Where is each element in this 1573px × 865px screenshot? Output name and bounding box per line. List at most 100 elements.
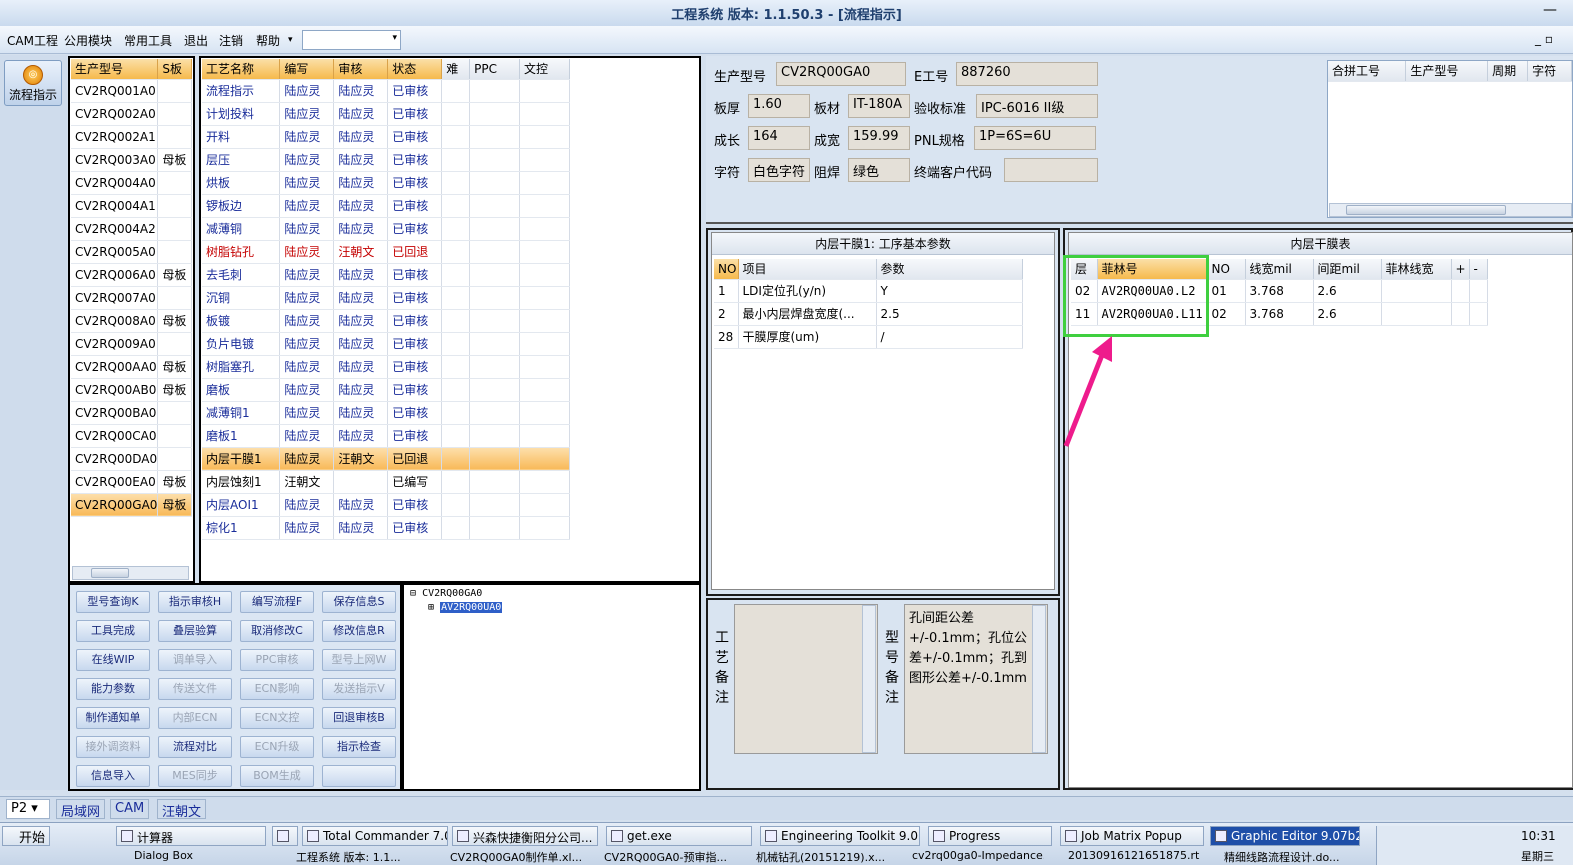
taskbar-item[interactable]: CV2RQ00GA0-预审指...	[586, 849, 734, 865]
taskbar-item[interactable]: 工程系统 版本: 1.1...	[278, 849, 428, 865]
tree-child[interactable]: ⊞ AV2RQ00UA0	[428, 602, 503, 613]
table-row[interactable]: 层压 陆应灵 陆应灵 已审核	[202, 148, 570, 172]
action-button[interactable]: 保存信息S	[322, 591, 396, 613]
info-field[interactable]: 绿色	[848, 158, 910, 182]
table-row[interactable]: 去毛刺 陆应灵 陆应灵 已审核	[202, 263, 570, 287]
action-button[interactable]: 型号查询K	[76, 591, 150, 613]
status-tab-cam[interactable]: CAM	[110, 799, 150, 819]
table-row[interactable]: 2 最小内层焊盘宽度(... 2.5	[714, 302, 1023, 326]
model-notes-scroll[interactable]	[1032, 605, 1046, 753]
action-button[interactable]: 型号上网W	[322, 649, 396, 671]
menu-cam[interactable]: CAM工程	[7, 32, 58, 49]
menu-public[interactable]: 公用模块	[64, 32, 112, 49]
table-row[interactable]: CV2RQ00AA0 母板	[71, 355, 192, 379]
table-row[interactable]: CV2RQ00DA0	[71, 447, 192, 471]
table-row[interactable]: 板镀 陆应灵 陆应灵 已审核	[202, 309, 570, 333]
action-button[interactable]: ECN升级	[240, 736, 314, 758]
minimize-icon[interactable]: —	[1543, 2, 1557, 18]
menu-tools[interactable]: 常用工具	[124, 32, 172, 49]
taskbar-item[interactable]: 计算器	[116, 826, 266, 846]
flow-button[interactable]: ◎ 流程指示	[4, 60, 62, 106]
clock[interactable]: 10:31	[1521, 829, 1556, 843]
restore-icon[interactable]: _ ▫	[1535, 32, 1553, 46]
taskbar-item[interactable]: Job Matrix Popup	[1060, 826, 1204, 846]
action-button[interactable]: 叠层验算	[158, 620, 232, 642]
taskbar-item[interactable]: get.exe	[606, 826, 752, 846]
info-field[interactable]: 1P=6S=6U	[974, 126, 1096, 150]
status-tab-user[interactable]: 汪朝文	[157, 799, 207, 820]
table-row[interactable]: 棕化1 陆应灵 陆应灵 已审核	[202, 516, 570, 540]
status-page[interactable]: P2 ▾	[6, 799, 50, 819]
table-row[interactable]: 树脂塞孔 陆应灵 陆应灵 已审核	[202, 355, 570, 379]
table-row[interactable]: CV2RQ00CA0	[71, 424, 192, 448]
info-field[interactable]: 887260	[956, 62, 1098, 86]
table-row[interactable]: 28 干膜厚度(um) /	[714, 325, 1023, 349]
table-row[interactable]: 减薄铜1 陆应灵 陆应灵 已审核	[202, 401, 570, 425]
table-row[interactable]: CV2RQ002A0	[71, 102, 192, 126]
info-field[interactable]: 1.60	[748, 94, 810, 118]
merge-hscroll[interactable]	[1329, 203, 1572, 217]
action-button[interactable]: 流程对比	[158, 736, 232, 758]
table-row[interactable]: 内层蚀刻1 汪朝文 已编写	[202, 470, 570, 494]
table-row[interactable]: 负片电镀 陆应灵 陆应灵 已审核	[202, 332, 570, 356]
table-row[interactable]: CV2RQ007A0	[71, 286, 192, 310]
table-row[interactable]: CV2RQ005A0	[71, 240, 192, 264]
process-notes-scroll[interactable]	[862, 605, 876, 753]
table-row[interactable]: CV2RQ00EA0 母板	[71, 470, 192, 494]
menu-combo[interactable]: ▾	[302, 30, 401, 50]
taskbar-item[interactable]: Graphic Editor 9.07b2 ...	[1210, 826, 1360, 846]
info-field[interactable]: 白色字符	[748, 158, 810, 182]
action-button[interactable]: 工具完成	[76, 620, 150, 642]
action-button[interactable]: 能力参数	[76, 678, 150, 700]
action-button[interactable]	[322, 765, 396, 787]
action-button[interactable]: 信息导入	[76, 765, 150, 787]
action-button[interactable]: 内部ECN	[158, 707, 232, 729]
action-button[interactable]: 回退审核B	[322, 707, 396, 729]
taskbar-item[interactable]	[272, 826, 298, 846]
table-row[interactable]: 开料 陆应灵 陆应灵 已审核	[202, 125, 570, 149]
taskbar-item[interactable]: 机械钻孔(20151219).x...	[738, 849, 888, 865]
model-hscroll[interactable]	[72, 566, 189, 580]
info-field[interactable]	[1004, 158, 1098, 182]
menu-logout[interactable]: 注销	[219, 32, 243, 49]
table-row[interactable]: 磨板1 陆应灵 陆应灵 已审核	[202, 424, 570, 448]
taskbar-item[interactable]: Engineering Toolkit 9.0...	[760, 826, 920, 846]
taskbar-item[interactable]: 精细线路流程设计.do...	[1206, 849, 1366, 865]
menu-exit[interactable]: 退出	[184, 32, 208, 49]
action-button[interactable]: 修改信息R	[322, 620, 396, 642]
table-row[interactable]: 内层干膜1 陆应灵 汪朝文 已回退	[202, 447, 570, 471]
action-button[interactable]: 接外调资料	[76, 736, 150, 758]
action-button[interactable]: BOM生成	[240, 765, 314, 787]
menu-help[interactable]: 帮助	[256, 32, 280, 49]
action-button[interactable]: MES同步	[158, 765, 232, 787]
table-row[interactable]: 沉铜 陆应灵 陆应灵 已审核	[202, 286, 570, 310]
table-row[interactable]: 1 LDI定位孔(y/n) Y	[714, 279, 1023, 303]
status-tab-lan[interactable]: 局域网	[56, 799, 106, 820]
info-field[interactable]: IT-180A	[848, 94, 910, 118]
info-field[interactable]: 159.99	[848, 126, 910, 150]
info-field[interactable]: CV2RQ00GA0	[776, 62, 906, 86]
table-row[interactable]: CV2RQ00GA0 母板	[71, 493, 192, 517]
action-button[interactable]: 制作通知单	[76, 707, 150, 729]
action-button[interactable]: 取消修改C	[240, 620, 314, 642]
taskbar-item[interactable]: 兴森快捷衡阳分公司...	[452, 826, 598, 846]
collapse-icon[interactable]: ⊟	[410, 588, 416, 599]
table-row[interactable]: CV2RQ008A0 母板	[71, 309, 192, 333]
table-row[interactable]: 计划投料 陆应灵 陆应灵 已审核	[202, 102, 570, 126]
action-button[interactable]: PPC审核	[240, 649, 314, 671]
taskbar-item[interactable]: CV2RQ00GA0制作单.xl...	[432, 849, 582, 865]
table-row[interactable]: CV2RQ00BA0	[71, 401, 192, 425]
start-button[interactable]: 开始	[2, 826, 50, 846]
table-row[interactable]: 树脂钻孔 陆应灵 汪朝文 已回退	[202, 240, 570, 264]
table-row[interactable]: 磨板 陆应灵 陆应灵 已审核	[202, 378, 570, 402]
action-button[interactable]: 传送文件	[158, 678, 232, 700]
taskbar-item[interactable]: cv2rq00ga0-Impedance...	[894, 849, 1044, 865]
table-row[interactable]: CV2RQ003A0 母板	[71, 148, 192, 172]
table-row[interactable]: CV2RQ006A0 母板	[71, 263, 192, 287]
table-row[interactable]: 流程指示 陆应灵 陆应灵 已审核	[202, 79, 570, 103]
process-notes-field[interactable]	[734, 604, 878, 754]
action-button[interactable]: ECN影响	[240, 678, 314, 700]
taskbar-item[interactable]: 20130916121651875.rt...	[1050, 849, 1200, 865]
table-row[interactable]: CV2RQ009A0	[71, 332, 192, 356]
action-button[interactable]: 编写流程F	[240, 591, 314, 613]
